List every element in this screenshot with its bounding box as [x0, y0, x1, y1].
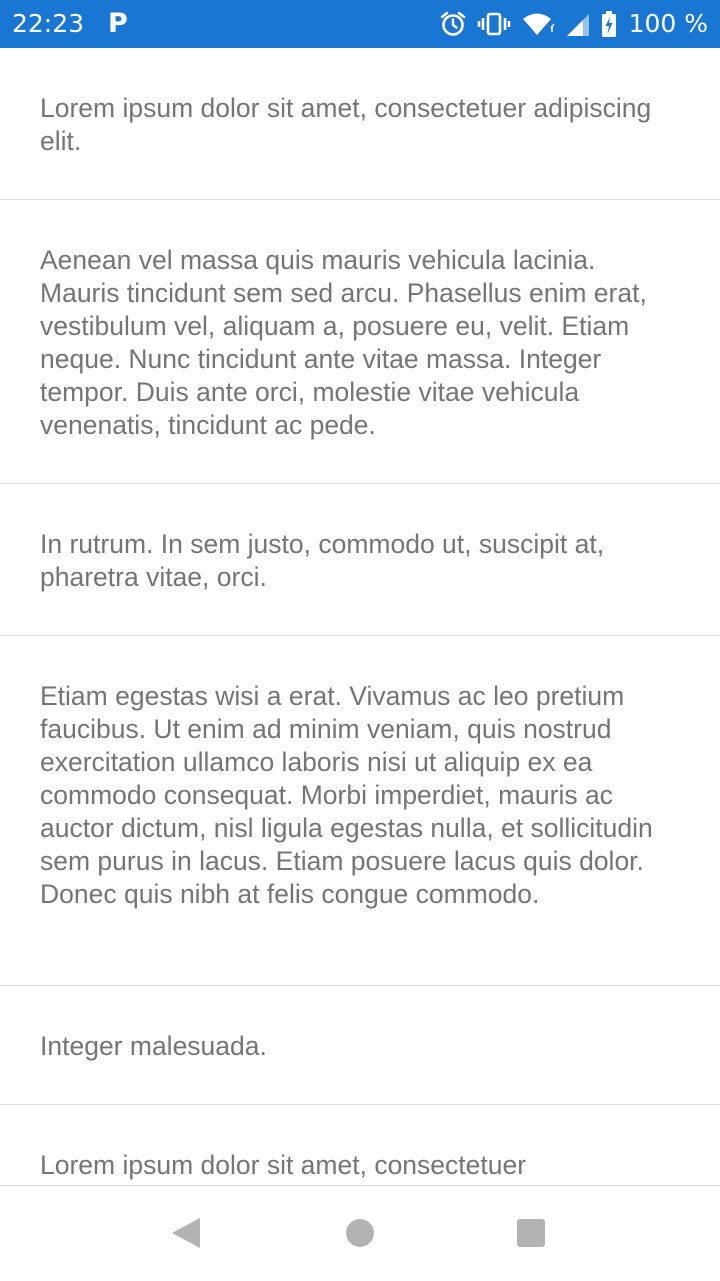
wifi-icon — [521, 10, 555, 38]
list-item[interactable]: Integer malesuada. — [0, 986, 720, 1105]
list-item-text: Etiam egestas wisi a erat. Vivamus ac le… — [40, 681, 653, 909]
content-list[interactable]: Lorem ipsum dolor sit amet, consectetuer… — [0, 48, 720, 1185]
status-time: 22:23 — [12, 9, 85, 38]
navigation-bar — [0, 1185, 720, 1281]
vibrate-icon — [477, 10, 511, 38]
signal-icon — [565, 10, 591, 38]
alarm-icon — [439, 10, 467, 38]
list-item[interactable]: Lorem ipsum dolor sit amet, consectetuer — [0, 1105, 720, 1185]
list-item[interactable]: In rutrum. In sem justo, commodo ut, sus… — [0, 484, 720, 636]
home-icon[interactable] — [343, 1216, 377, 1255]
status-icons: 100 % — [439, 8, 708, 40]
list-item-text: Lorem ipsum dolor sit amet, consectetuer — [40, 1150, 527, 1180]
list-item-text: In rutrum. In sem justo, commodo ut, sus… — [40, 529, 605, 592]
list-item-text: Aenean vel massa quis mauris vehicula la… — [40, 245, 647, 440]
battery-icon — [601, 10, 617, 38]
list-item-text: Integer malesuada. — [40, 1031, 267, 1061]
recents-icon[interactable] — [514, 1216, 548, 1255]
battery-percent: 100 % — [628, 9, 708, 38]
back-icon[interactable] — [168, 1216, 204, 1255]
list-item[interactable]: Lorem ipsum dolor sit amet, consectetuer… — [0, 48, 720, 200]
list-item-text: Lorem ipsum dolor sit amet, consectetuer… — [40, 93, 652, 156]
status-bar: 22:23 P 100 % — [0, 0, 720, 48]
list-item[interactable]: Etiam egestas wisi a erat. Vivamus ac le… — [0, 636, 720, 986]
list-item[interactable]: Aenean vel massa quis mauris vehicula la… — [0, 200, 720, 484]
notification-p-icon: P — [108, 8, 128, 39]
